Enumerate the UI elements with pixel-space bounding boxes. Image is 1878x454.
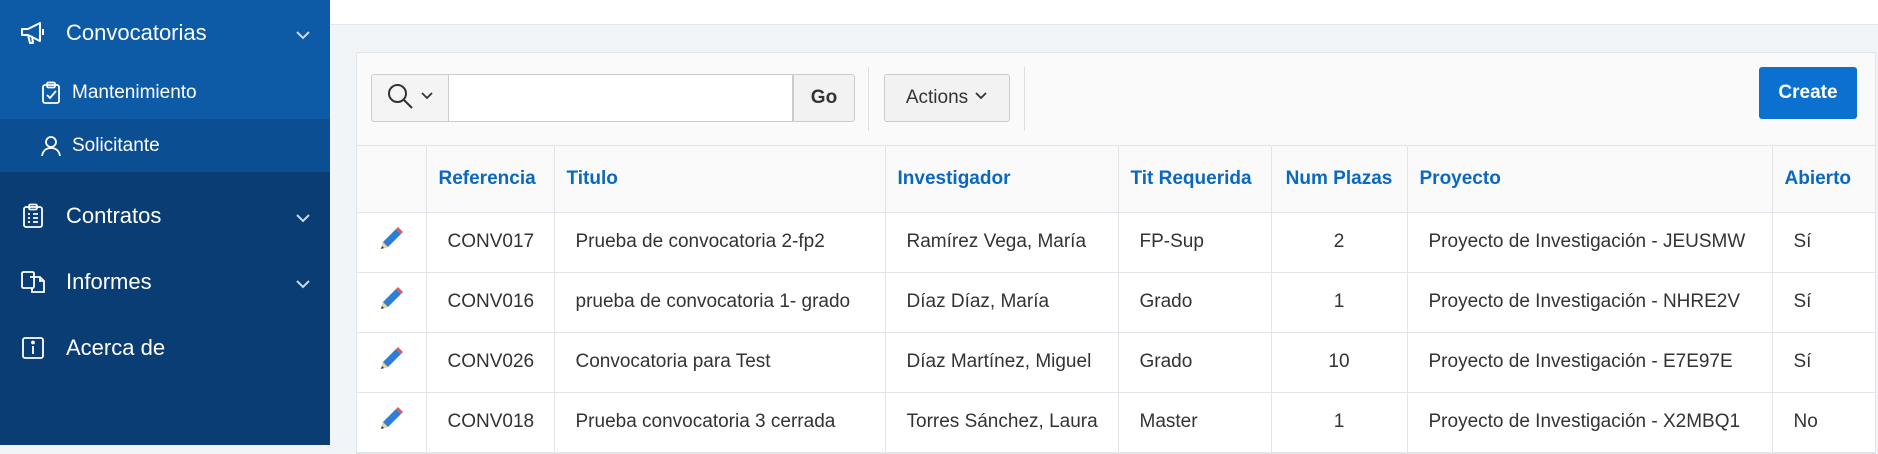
column-header-tit-requerida[interactable]: Tit Requerida bbox=[1118, 146, 1272, 213]
cell-proyecto: Proyecto de Investigación - X2MBQ1 bbox=[1407, 392, 1773, 453]
cell-investigador: Ramírez Vega, María bbox=[885, 212, 1119, 273]
search-input[interactable] bbox=[449, 74, 793, 122]
sidebar-item-solicitante[interactable]: Solicitante bbox=[0, 119, 330, 172]
cell-referencia: CONV016 bbox=[426, 272, 555, 333]
sidebar-item-label: Acerca de bbox=[66, 335, 166, 360]
column-header-abierto[interactable]: Abierto bbox=[1772, 146, 1876, 213]
sidebar-submenu-convocatorias: Mantenimiento Solicitante bbox=[0, 66, 330, 172]
table-row: CONV018 Prueba convocatoria 3 cerrada To… bbox=[357, 392, 1876, 453]
go-button[interactable]: Go bbox=[793, 74, 855, 122]
column-header-proyecto[interactable]: Proyecto bbox=[1407, 146, 1773, 213]
search-column-select[interactable] bbox=[371, 74, 449, 122]
actions-label: Actions bbox=[905, 87, 969, 108]
edit-cell bbox=[357, 272, 427, 333]
cell-titulo: Prueba convocatoria 3 cerrada bbox=[554, 392, 886, 453]
column-header-referencia[interactable]: Referencia bbox=[426, 146, 555, 213]
user-icon bbox=[40, 134, 62, 158]
clipboard-icon bbox=[40, 81, 62, 105]
sidebar-item-label: Solicitante bbox=[72, 134, 160, 156]
cell-abierto: Sí bbox=[1772, 332, 1876, 393]
cell-titulo: prueba de convocatoria 1- grado bbox=[554, 272, 886, 333]
sidebar-item-label: Mantenimiento bbox=[72, 81, 197, 103]
info-icon bbox=[18, 333, 48, 363]
sidebar-group-rest: Contratos Informes Acerca de bbox=[0, 183, 330, 381]
cell-proyecto: Proyecto de Investigación - NHRE2V bbox=[1407, 272, 1773, 333]
sidebar-item-contratos[interactable]: Contratos bbox=[0, 183, 330, 249]
pencil-edit-icon[interactable] bbox=[377, 405, 405, 439]
toolbar-divider bbox=[1024, 67, 1025, 131]
top-bar bbox=[330, 0, 1878, 25]
copy-documents-icon bbox=[18, 267, 48, 297]
cell-investigador: Torres Sánchez, Laura bbox=[885, 392, 1119, 453]
chevron-down-icon bbox=[974, 87, 988, 109]
cell-investigador: Díaz Díaz, María bbox=[885, 272, 1119, 333]
clipboard-list-icon bbox=[18, 201, 48, 231]
chevron-down-icon bbox=[294, 207, 312, 225]
report-table: Referencia Titulo Investigador Tit Reque… bbox=[357, 146, 1876, 453]
cell-tit-requerida: Grado bbox=[1118, 272, 1272, 333]
cell-num-plazas: 2 bbox=[1271, 212, 1408, 273]
sidebar-item-label: Informes bbox=[66, 269, 152, 294]
search-icon bbox=[386, 82, 414, 115]
cell-proyecto: Proyecto de Investigación - JEUSMW bbox=[1407, 212, 1773, 273]
cell-abierto: Sí bbox=[1772, 272, 1876, 333]
cell-referencia: CONV018 bbox=[426, 392, 555, 453]
actions-menu-button[interactable]: Actions bbox=[884, 74, 1010, 122]
sidebar-item-mantenimiento[interactable]: Mantenimiento bbox=[0, 66, 330, 119]
cell-referencia: CONV026 bbox=[426, 332, 555, 393]
report-toolbar: Go Actions Create bbox=[357, 53, 1875, 146]
toolbar-divider bbox=[868, 67, 869, 131]
cell-abierto: Sí bbox=[1772, 212, 1876, 273]
chevron-down-icon bbox=[420, 89, 434, 108]
table-row: CONV016 prueba de convocatoria 1- grado … bbox=[357, 272, 1876, 333]
column-header-edit bbox=[357, 146, 427, 213]
column-header-num-plazas[interactable]: Num Plazas bbox=[1271, 146, 1408, 213]
edit-cell bbox=[357, 332, 427, 393]
edit-cell bbox=[357, 392, 427, 453]
create-button[interactable]: Create bbox=[1759, 67, 1857, 119]
pencil-edit-icon[interactable] bbox=[377, 285, 405, 319]
sidebar-item-acerca-de[interactable]: Acerca de bbox=[0, 315, 330, 381]
cell-tit-requerida: Grado bbox=[1118, 332, 1272, 393]
megaphone-icon bbox=[18, 18, 48, 48]
cell-num-plazas: 1 bbox=[1271, 392, 1408, 453]
chevron-down-icon bbox=[294, 24, 312, 42]
table-header-row: Referencia Titulo Investigador Tit Reque… bbox=[357, 146, 1876, 213]
interactive-report: Go Actions Create Referencia Titulo Inve… bbox=[356, 52, 1876, 454]
sidebar-item-informes[interactable]: Informes bbox=[0, 249, 330, 315]
cell-tit-requerida: FP-Sup bbox=[1118, 212, 1272, 273]
edit-cell bbox=[357, 212, 427, 273]
cell-investigador: Díaz Martínez, Miguel bbox=[885, 332, 1119, 393]
cell-num-plazas: 1 bbox=[1271, 272, 1408, 333]
sidebar-item-label: Contratos bbox=[66, 203, 162, 228]
column-header-investigador[interactable]: Investigador bbox=[885, 146, 1119, 213]
cell-referencia: CONV017 bbox=[426, 212, 555, 273]
table-row: CONV017 Prueba de convocatoria 2-fp2 Ram… bbox=[357, 212, 1876, 273]
sidebar-item-label: Convocatorias bbox=[66, 20, 207, 45]
cell-tit-requerida: Master bbox=[1118, 392, 1272, 453]
pencil-edit-icon[interactable] bbox=[377, 345, 405, 379]
pencil-edit-icon[interactable] bbox=[377, 225, 405, 259]
chevron-down-icon bbox=[294, 273, 312, 291]
sidebar-group-convocatorias: Convocatorias Mantenimiento Solicitante bbox=[0, 0, 330, 172]
cell-titulo: Prueba de convocatoria 2-fp2 bbox=[554, 212, 886, 273]
cell-proyecto: Proyecto de Investigación - E7E97E bbox=[1407, 332, 1773, 393]
table-row: CONV026 Convocatoria para Test Díaz Mart… bbox=[357, 332, 1876, 393]
sidebar-item-convocatorias[interactable]: Convocatorias bbox=[0, 0, 330, 66]
cell-num-plazas: 10 bbox=[1271, 332, 1408, 393]
cell-abierto: No bbox=[1772, 392, 1876, 453]
column-header-titulo[interactable]: Titulo bbox=[554, 146, 886, 213]
cell-titulo: Convocatoria para Test bbox=[554, 332, 886, 393]
sidebar-nav: Convocatorias Mantenimiento Solicitante … bbox=[0, 0, 330, 445]
